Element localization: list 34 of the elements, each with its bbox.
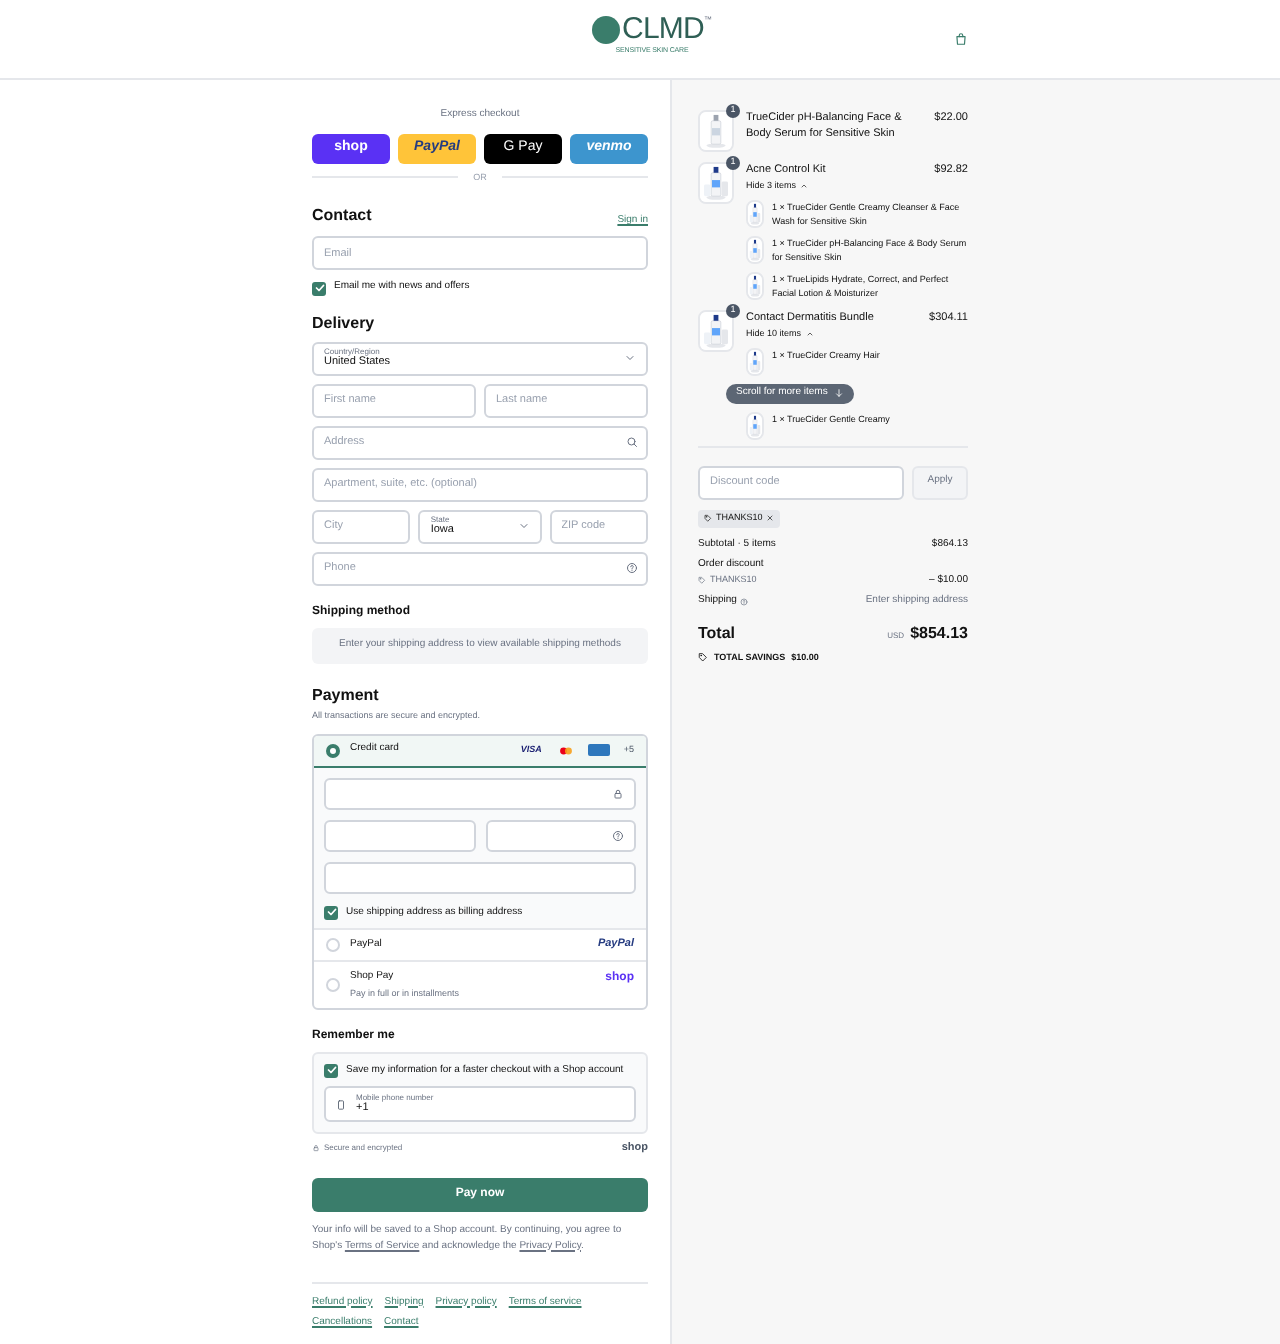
lock-icon	[312, 1144, 320, 1153]
mobile-phone-icon	[336, 1097, 346, 1112]
logo-text: CLMD	[622, 14, 705, 44]
tag-icon	[704, 514, 712, 522]
section-heading: Payment	[312, 683, 381, 708]
input-field[interactable]	[485, 819, 636, 851]
arrow-down-icon	[833, 388, 844, 398]
section-heading: Delivery	[312, 311, 377, 336]
card-brand-icon	[587, 744, 610, 756]
section-heading: Contact	[312, 204, 372, 229]
check-icon	[313, 282, 325, 294]
mastercard-icon	[557, 745, 574, 755]
tag-icon	[698, 652, 708, 663]
checkbox[interactable]	[324, 1063, 338, 1078]
input-field[interactable]	[324, 861, 636, 893]
total-label: Total	[698, 621, 736, 645]
lock-icon	[612, 787, 624, 799]
checkbox[interactable]	[324, 905, 338, 920]
input-field[interactable]	[324, 777, 636, 809]
check-icon	[325, 1064, 337, 1077]
chevron-down-icon	[624, 352, 636, 365]
close-icon	[766, 514, 775, 522]
total-value: $854.13	[910, 621, 968, 645]
checkbox[interactable]	[312, 281, 326, 295]
input-field[interactable]	[324, 819, 475, 851]
radio-button[interactable]	[326, 743, 340, 757]
shopping-bag-icon	[954, 32, 968, 46]
tag-icon	[698, 576, 706, 585]
help-icon	[740, 597, 749, 606]
help-icon	[626, 562, 638, 575]
search-icon	[626, 436, 638, 449]
chevron-down-icon	[517, 520, 530, 533]
help-icon	[612, 829, 624, 841]
check-icon	[325, 906, 337, 919]
